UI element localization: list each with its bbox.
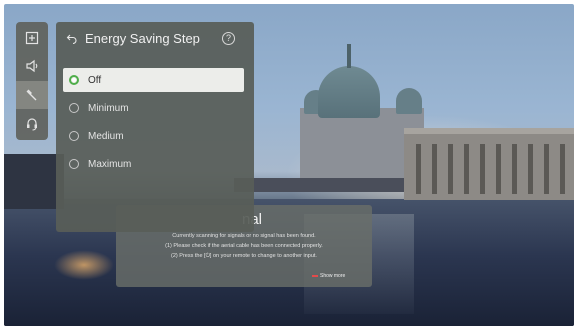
sidebar-item-support[interactable]: [16, 110, 48, 138]
speaker-icon: [26, 59, 38, 73]
dialog-line: Currently scanning for signals or no sig…: [172, 233, 316, 239]
settings-sidebar: [16, 22, 48, 140]
column: [432, 144, 437, 194]
option-minimum[interactable]: Minimum: [63, 96, 244, 120]
energy-saving-panel: Energy Saving Step ? Off Minimum Medium …: [56, 22, 254, 232]
radio-icon: [69, 103, 79, 113]
option-label: Off: [88, 74, 102, 86]
option-off[interactable]: Off: [63, 68, 244, 92]
panel-header: Energy Saving Step ?: [56, 22, 254, 56]
picture-icon: [25, 31, 39, 45]
column: [464, 144, 469, 194]
radio-icon: [69, 159, 79, 169]
help-icon[interactable]: ?: [222, 32, 235, 45]
radio-selected-icon: [69, 75, 79, 85]
dialog-line: (2) Press the [⏻] on your remote to chan…: [171, 253, 317, 259]
option-medium[interactable]: Medium: [63, 124, 244, 148]
side-dome-right: [396, 88, 422, 114]
sidebar-item-picture[interactable]: [16, 24, 48, 52]
column: [528, 144, 533, 194]
show-more-link[interactable]: Show more: [312, 273, 345, 279]
main-dome: [318, 66, 380, 118]
column: [496, 144, 501, 194]
option-label: Medium: [88, 130, 124, 142]
headset-icon: [27, 118, 37, 131]
column: [512, 144, 517, 194]
sidebar-item-general[interactable]: [16, 81, 48, 109]
column: [544, 144, 549, 194]
column: [480, 144, 485, 194]
left-bank: [4, 154, 64, 209]
option-label: Maximum: [88, 158, 132, 170]
dialog-line: (1) Please check if the aerial cable has…: [165, 243, 323, 249]
wrench-icon: [26, 89, 37, 101]
radio-icon: [69, 131, 79, 141]
panel-title: Energy Saving Step: [85, 31, 200, 46]
column: [560, 144, 565, 194]
bridge: [234, 178, 414, 192]
back-arrow-icon[interactable]: [66, 32, 78, 44]
light-reflection: [54, 250, 114, 280]
column: [416, 144, 421, 194]
dome-spire: [347, 44, 351, 68]
column: [448, 144, 453, 194]
option-label: Minimum: [88, 102, 129, 114]
sidebar-item-sound[interactable]: [16, 52, 48, 80]
option-maximum[interactable]: Maximum: [63, 152, 244, 176]
